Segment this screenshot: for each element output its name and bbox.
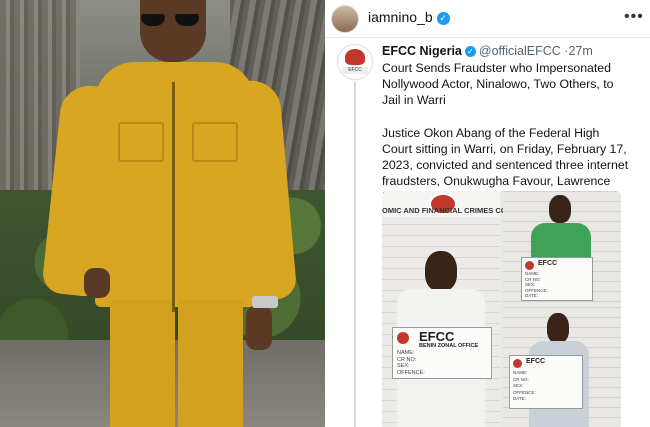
man-head xyxy=(140,0,206,62)
outer-username-row[interactable]: iamnino_b ✓ xyxy=(368,9,450,25)
name-board-large: EFCC BENIN ZONAL OFFICE NAME: CR NO: SEX… xyxy=(392,327,492,379)
author-handle[interactable]: @officialEFCC xyxy=(479,44,561,58)
sunglasses xyxy=(141,14,201,26)
tweet-time[interactable]: 27m xyxy=(568,44,592,58)
wristwatch xyxy=(252,296,278,308)
author-name[interactable]: EFCC Nigeria xyxy=(382,44,462,58)
efcc-avatar[interactable]: EFCC xyxy=(337,44,373,80)
thread-line xyxy=(354,82,356,427)
tweet-paragraph-1: Court Sends Fraudster who Impersonated N… xyxy=(382,61,614,108)
jacket-zipper xyxy=(172,82,175,312)
mugshot-image[interactable]: OMIC AND FINANCIAL CRIMES COMMIS EFCC BE… xyxy=(382,191,621,427)
tweet-panel: iamnino_b ✓ ••• EFCC EFCC Nigeria ✓ @offici… xyxy=(325,0,650,427)
mugshot-right-bottom-panel: EFCC NAME: CR NO: SEX: OFFENCE: DATE: xyxy=(503,307,621,427)
eagle-logo-icon xyxy=(345,49,365,65)
left-pocket xyxy=(118,122,164,162)
verified-badge-icon: ✓ xyxy=(436,12,450,25)
mugshot-left-panel: OMIC AND FINANCIAL CRIMES COMMIS EFCC BE… xyxy=(382,191,527,427)
right-pocket xyxy=(192,122,238,162)
name-board-small-2: EFCC NAME: CR NO: SEX: OFFENCE: DATE: xyxy=(509,355,583,409)
commission-banner-text: OMIC AND FINANCIAL CRIMES COMMIS xyxy=(382,206,527,215)
divider xyxy=(325,37,650,38)
tweet-body: Court Sends Fraudster who Impersonated N… xyxy=(382,60,632,206)
actor-photo xyxy=(0,0,325,427)
mugshot-right-top-panel: EFCC NAME: CR NO: SEX: OFFENCE: DATE: xyxy=(503,191,621,304)
tweet-header: EFCC Nigeria ✓ @officialEFCC ·27m xyxy=(382,44,593,58)
outer-username[interactable]: iamnino_b xyxy=(368,9,433,25)
verified-badge-icon: ✓ xyxy=(464,46,476,57)
outer-avatar[interactable] xyxy=(331,5,359,33)
more-horizontal-icon[interactable]: ••• xyxy=(624,8,644,26)
name-board-small-1: EFCC NAME: CR NO: SEX: OFFENCE: DATE: xyxy=(521,257,593,301)
